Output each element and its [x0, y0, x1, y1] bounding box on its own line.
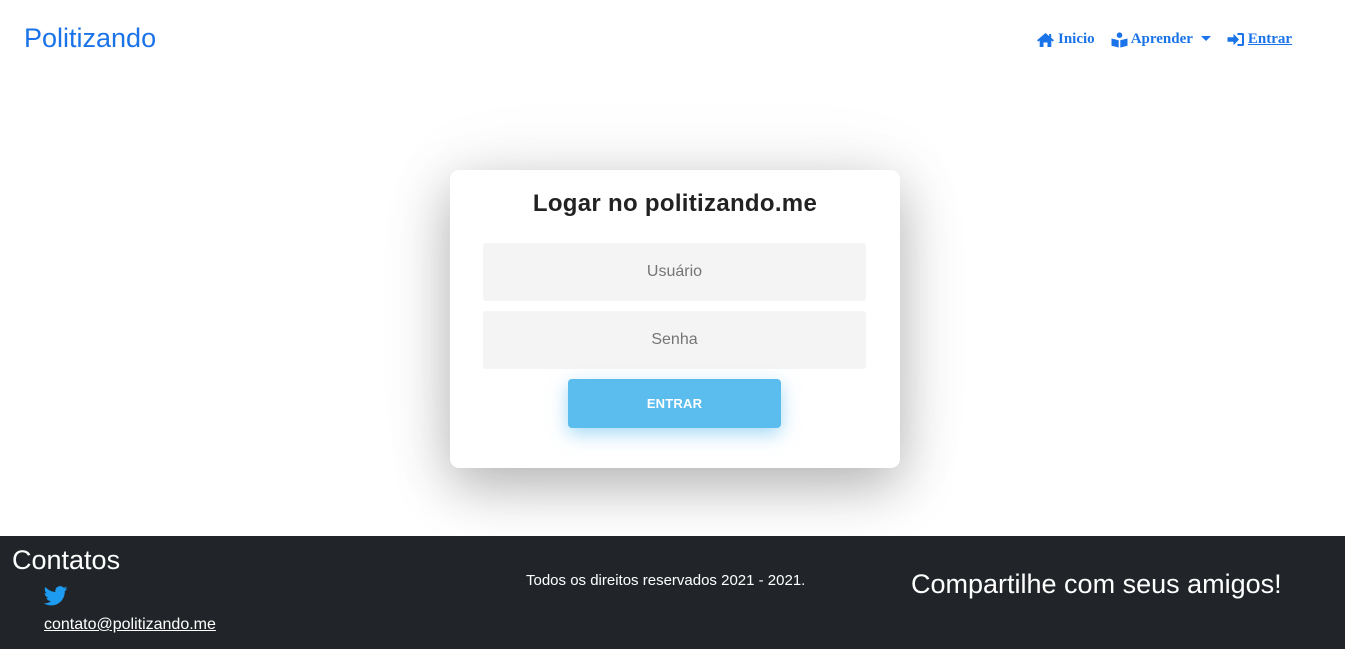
nav-item-aprender-dropdown[interactable]: Aprender: [1111, 31, 1211, 48]
contact-email-link[interactable]: contato@politizando.me: [44, 616, 216, 634]
login-title: Logar no politizando.me: [532, 190, 818, 217]
footer-copyright: Todos os direitos reservados 2021 - 2021…: [526, 572, 806, 589]
username-input[interactable]: [483, 243, 866, 301]
nav-entrar-label: Entrar: [1247, 31, 1293, 47]
top-nav: Inicio Aprender Entrar: [1036, 31, 1292, 48]
twitter-icon[interactable]: [43, 586, 68, 606]
caret-down-icon: [1200, 36, 1211, 41]
home-icon: [1036, 32, 1055, 48]
page: Politizando Inicio Aprender Entrar Logar…: [0, 0, 1345, 649]
nav-aprender-label: Aprender: [1130, 31, 1193, 47]
brand-logo-link[interactable]: Politizando: [24, 22, 156, 54]
password-input[interactable]: [483, 311, 866, 369]
nav-item-home[interactable]: Inicio: [1036, 31, 1095, 48]
nav-home-label: Inicio: [1058, 31, 1095, 47]
footer-contacts-title: Contatos: [12, 545, 121, 575]
footer: Contatos contato@politizando.me Todos os…: [0, 536, 1345, 649]
book-reader-icon: [1111, 31, 1128, 48]
login-card: Logar no politizando.me ENTRAR: [450, 170, 900, 468]
login-submit-button[interactable]: ENTRAR: [568, 379, 781, 428]
sign-in-icon: [1227, 32, 1245, 47]
footer-share-text: Compartilhe com seus amigos!: [911, 569, 1282, 599]
nav-item-entrar[interactable]: Entrar: [1227, 31, 1292, 48]
